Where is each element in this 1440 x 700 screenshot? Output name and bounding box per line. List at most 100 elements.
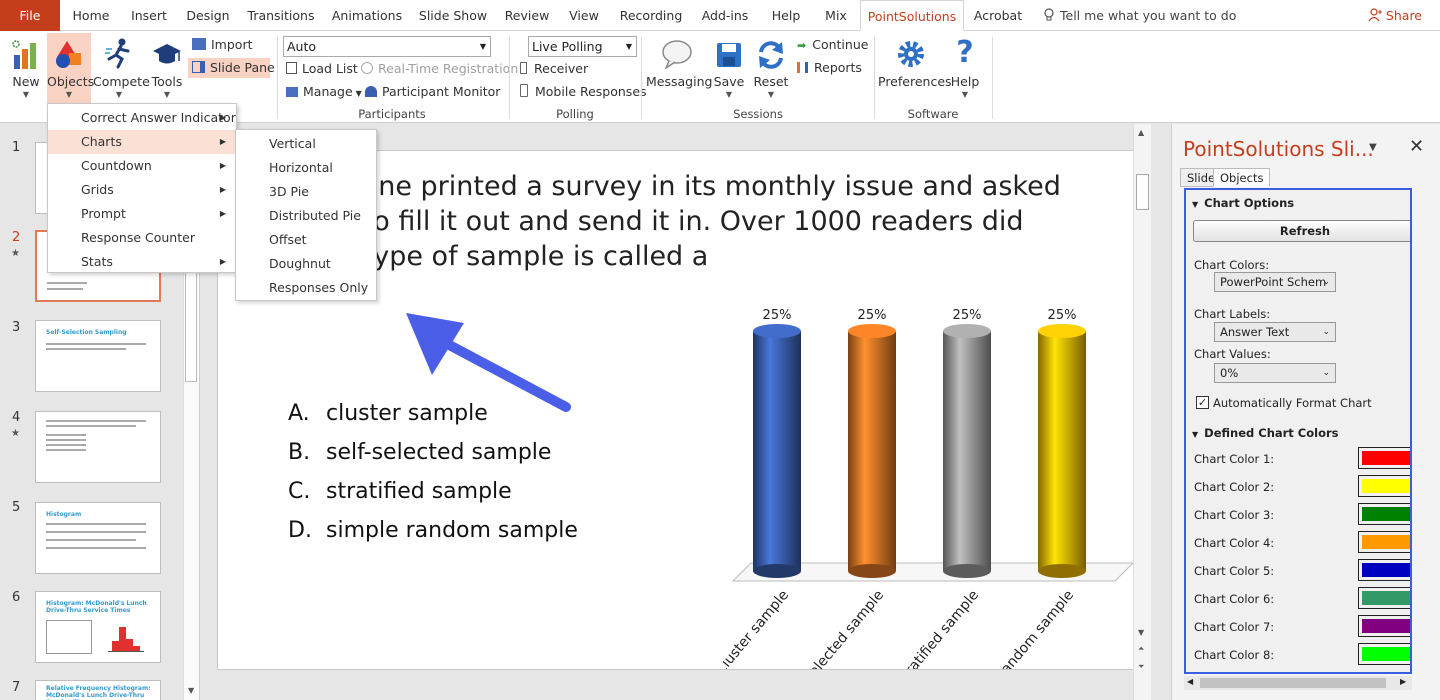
chart-color-swatch[interactable]: [1358, 447, 1410, 469]
menu-item-horizontal[interactable]: Horizontal: [236, 156, 376, 180]
menu-item-stats[interactable]: Stats ▶: [48, 250, 236, 274]
chart-color-swatch[interactable]: [1358, 615, 1410, 637]
preferences-button[interactable]: Preferences: [878, 33, 952, 103]
tab-insert[interactable]: Insert: [122, 0, 176, 31]
scroll-down-arrow-icon[interactable]: ▼: [188, 686, 194, 695]
scroll-up-arrow-icon[interactable]: ▲: [1138, 128, 1144, 137]
auto-format-label[interactable]: Automatically Format Chart: [1213, 396, 1372, 410]
tab-design[interactable]: Design: [180, 0, 236, 31]
chart-color-swatch[interactable]: [1358, 531, 1410, 553]
messaging-button[interactable]: Messaging: [646, 33, 712, 103]
response-bar-chart[interactable]: 25% cluster sample 25% self-selected sample…: [723, 271, 1139, 670]
new-button[interactable]: New ▼: [6, 33, 46, 103]
scroll-down-arrow-icon[interactable]: ▼: [1138, 628, 1144, 637]
tell-me-box[interactable]: Tell me what you want to do: [1044, 0, 1236, 31]
real-time-registration-button[interactable]: Real-Time Registration: [361, 59, 518, 79]
chart-color-swatch[interactable]: [1358, 475, 1410, 497]
chart-color-label: Chart Color 4:: [1194, 536, 1275, 550]
objects-button[interactable]: Objects ▼: [47, 33, 94, 103]
pane-horizontal-scrollbar[interactable]: ◀ ▶: [1184, 676, 1412, 690]
receiver-button[interactable]: Receiver: [520, 59, 588, 79]
compete-button[interactable]: Compete ▼: [93, 33, 150, 103]
slide-thumbnail-5[interactable]: Histogram: [35, 502, 161, 574]
answer-choice[interactable]: B. self-selected sample: [288, 440, 551, 465]
slide-pane-button[interactable]: Slide Pane: [188, 58, 275, 78]
scrollbar-thumb[interactable]: [1136, 174, 1149, 210]
tab-home[interactable]: Home: [64, 0, 118, 31]
chart-values-select[interactable]: 0% ⌄: [1214, 363, 1336, 383]
scroll-right-arrow-icon[interactable]: ▶: [1400, 677, 1406, 686]
menu-item-countdown[interactable]: Countdown ▶: [48, 154, 236, 178]
reports-button[interactable]: Reports: [797, 58, 862, 78]
mobile-responses-button[interactable]: Mobile Responses: [520, 82, 647, 102]
next-slide-icon[interactable]: ⏷: [1138, 662, 1144, 672]
question-text-line[interactable]: s to fill it out and send it in. Over 10…: [340, 206, 1024, 237]
chart-colors-select[interactable]: PowerPoint Schem ⌄: [1214, 272, 1336, 292]
menu-item-vertical[interactable]: Vertical: [236, 132, 376, 156]
slide-thumbnail-6[interactable]: Histogram: McDonald's Lunch Drive-Thru S…: [35, 591, 161, 663]
import-button[interactable]: Import: [190, 35, 253, 55]
tools-button[interactable]: Tools ▼: [147, 33, 187, 103]
menu-item-charts[interactable]: Charts ▶: [48, 130, 236, 154]
answer-choice[interactable]: D. simple random sample: [288, 518, 578, 543]
question-text-line[interactable]: s type of sample is called a: [340, 241, 708, 272]
tab-add-ins[interactable]: Add-ins: [694, 0, 756, 31]
participant-monitor-button[interactable]: Participant Monitor: [365, 82, 500, 102]
menu-item-distributed-pie[interactable]: Distributed Pie: [236, 204, 376, 228]
slide-thumbnail-3[interactable]: Self-Selection Sampling: [35, 320, 161, 392]
menu-item-offset[interactable]: Offset: [236, 228, 376, 252]
chart-color-swatch[interactable]: [1358, 587, 1410, 609]
chart-color-swatch[interactable]: [1358, 643, 1410, 665]
tab-animations[interactable]: Animations: [326, 0, 408, 31]
answer-choice[interactable]: C. stratified sample: [288, 479, 512, 504]
slide-scrollbar[interactable]: ▲ ▼ ⏶ ⏷: [1133, 124, 1151, 700]
tab-file[interactable]: File: [0, 0, 60, 31]
chart-labels-select[interactable]: Answer Text ⌄: [1214, 322, 1336, 342]
defined-chart-colors-header[interactable]: ▼ Defined Chart Colors: [1192, 426, 1339, 440]
tab-slide-show[interactable]: Slide Show: [412, 0, 494, 31]
tab-transitions[interactable]: Transitions: [240, 0, 322, 31]
menu-item-response-counter[interactable]: Response Counter: [48, 226, 236, 250]
tab-view[interactable]: View: [560, 0, 608, 31]
answer-text: self-selected sample: [326, 440, 552, 465]
pane-options-chevron-icon[interactable]: ▼: [1369, 142, 1377, 153]
menu-item-responses-only[interactable]: Responses Only: [236, 276, 376, 300]
close-icon[interactable]: ✕: [1409, 136, 1424, 157]
tab-review[interactable]: Review: [498, 0, 556, 31]
previous-slide-icon[interactable]: ⏶: [1138, 644, 1144, 654]
chevron-down-icon: ▼: [22, 90, 30, 99]
chart-colors-label: Chart Colors:: [1194, 258, 1270, 272]
slide-thumbnail-7[interactable]: Relative Frequency Histogram: McDonald's…: [35, 680, 161, 700]
menu-item-3d-pie[interactable]: 3D Pie: [236, 180, 376, 204]
chart-options-header[interactable]: ▼ Chart Options: [1192, 196, 1294, 210]
new-chart-icon: [12, 40, 36, 69]
share-button[interactable]: Share: [1368, 0, 1422, 31]
tab-mix[interactable]: Mix: [816, 0, 856, 31]
auto-format-checkbox[interactable]: ✓: [1196, 396, 1209, 409]
chevron-down-icon: ▼: [1192, 430, 1199, 439]
polling-mode-combo[interactable]: Live Polling ▼: [528, 36, 637, 57]
slide-thumbnail-4[interactable]: [35, 411, 161, 483]
tab-recording[interactable]: Recording: [612, 0, 690, 31]
reset-button[interactable]: Reset ▼: [752, 33, 790, 103]
chart-color-swatch[interactable]: [1358, 559, 1410, 581]
tab-acrobat[interactable]: Acrobat: [968, 0, 1028, 31]
participant-list-combo[interactable]: Auto ▼: [283, 36, 491, 57]
scroll-left-arrow-icon[interactable]: ◀: [1187, 677, 1193, 686]
manage-button[interactable]: Manage ▼: [286, 82, 362, 102]
tab-pointsolutions[interactable]: PointSolutions: [860, 0, 964, 31]
help-button[interactable]: ? Help ▼: [948, 33, 982, 103]
continue-button[interactable]: ➡ Continue: [797, 35, 868, 55]
menu-item-correct-answer-indicator[interactable]: Correct Answer Indicator ▶: [48, 106, 236, 130]
menu-item-doughnut[interactable]: Doughnut: [236, 252, 376, 276]
tab-objects[interactable]: Objects: [1213, 168, 1271, 187]
tab-help[interactable]: Help: [760, 0, 812, 31]
menu-item-prompt[interactable]: Prompt ▶: [48, 202, 236, 226]
menu-item-grids[interactable]: Grids ▶: [48, 178, 236, 202]
refresh-button[interactable]: Refresh: [1193, 220, 1410, 242]
chart-color-swatch[interactable]: [1358, 503, 1410, 525]
scrollbar-thumb[interactable]: [1200, 678, 1386, 688]
question-text-line[interactable]: azine printed a survey in its monthly is…: [340, 171, 1061, 202]
load-list-button[interactable]: Load List: [286, 59, 358, 79]
save-button[interactable]: Save ▼: [712, 33, 746, 103]
